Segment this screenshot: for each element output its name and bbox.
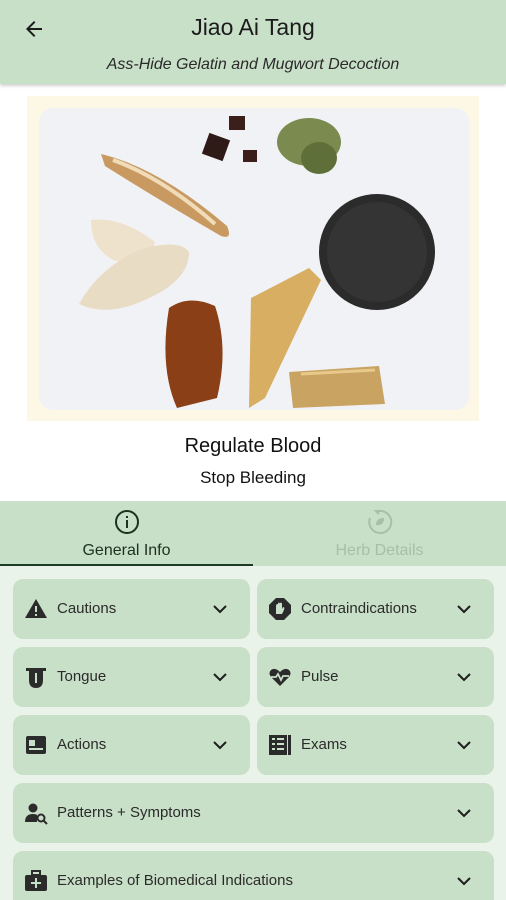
tab-general-info[interactable]: General Info	[0, 501, 253, 566]
cautions-label: Cautions	[57, 600, 117, 617]
contraindications-label: Contraindications	[301, 600, 417, 617]
general-info-panel: Cautions Contraindications Tongue Pulse …	[0, 566, 506, 900]
app-bar: Jiao Ai Tang Ass-Hide Gelatin and Mugwor…	[0, 0, 506, 84]
chevron-down-icon	[213, 605, 227, 614]
pulse-card[interactable]: Pulse	[257, 647, 494, 707]
checklist-icon	[267, 732, 293, 758]
tab-herb-details-label: Herb Details	[335, 542, 424, 559]
biomedical-indications-label: Examples of Biomedical Indications	[57, 872, 293, 889]
exams-label: Exams	[301, 736, 347, 753]
person-search-icon	[23, 800, 49, 826]
tongue-card[interactable]: Tongue	[13, 647, 250, 707]
page-subtitle: Ass-Hide Gelatin and Mugwort Decoction	[106, 56, 400, 73]
chevron-down-icon	[457, 741, 471, 750]
tongue-icon	[23, 664, 49, 690]
contraindications-card[interactable]: Contraindications	[257, 579, 494, 639]
tab-bar: General Info Herb Details	[0, 501, 506, 567]
chevron-down-icon	[457, 673, 471, 682]
tongue-label: Tongue	[57, 668, 107, 685]
exams-card[interactable]: Exams	[257, 715, 494, 775]
actions-card[interactable]: Actions	[13, 715, 250, 775]
hand-stop-icon	[267, 596, 293, 622]
chevron-down-icon	[213, 741, 227, 750]
biomedical-indications-card[interactable]: Examples of Biomedical Indications	[13, 851, 494, 900]
warning-icon	[23, 596, 49, 622]
tab-herb-details[interactable]: Herb Details	[253, 501, 506, 566]
tab-general-info-label: General Info	[82, 542, 171, 559]
id-card-icon	[23, 732, 49, 758]
actions-label: Actions	[57, 736, 107, 753]
secondary-action: Stop Bleeding	[200, 468, 306, 487]
patterns-symptoms-card[interactable]: Patterns + Symptoms	[13, 783, 494, 843]
chevron-down-icon	[457, 605, 471, 614]
herb-cycle-icon	[367, 509, 392, 534]
info-circle-icon	[114, 510, 139, 534]
medical-kit-icon	[23, 868, 49, 894]
heart-pulse-icon	[267, 664, 293, 690]
cautions-card[interactable]: Cautions	[13, 579, 250, 639]
primary-action: Regulate Blood	[184, 435, 322, 457]
chevron-down-icon	[457, 809, 471, 818]
patterns-symptoms-label: Patterns + Symptoms	[57, 804, 201, 821]
pulse-label: Pulse	[301, 668, 339, 685]
page-title: Jiao Ai Tang	[191, 14, 315, 40]
herb-photo	[39, 108, 469, 410]
chevron-down-icon	[213, 673, 227, 682]
chevron-down-icon	[457, 877, 471, 886]
